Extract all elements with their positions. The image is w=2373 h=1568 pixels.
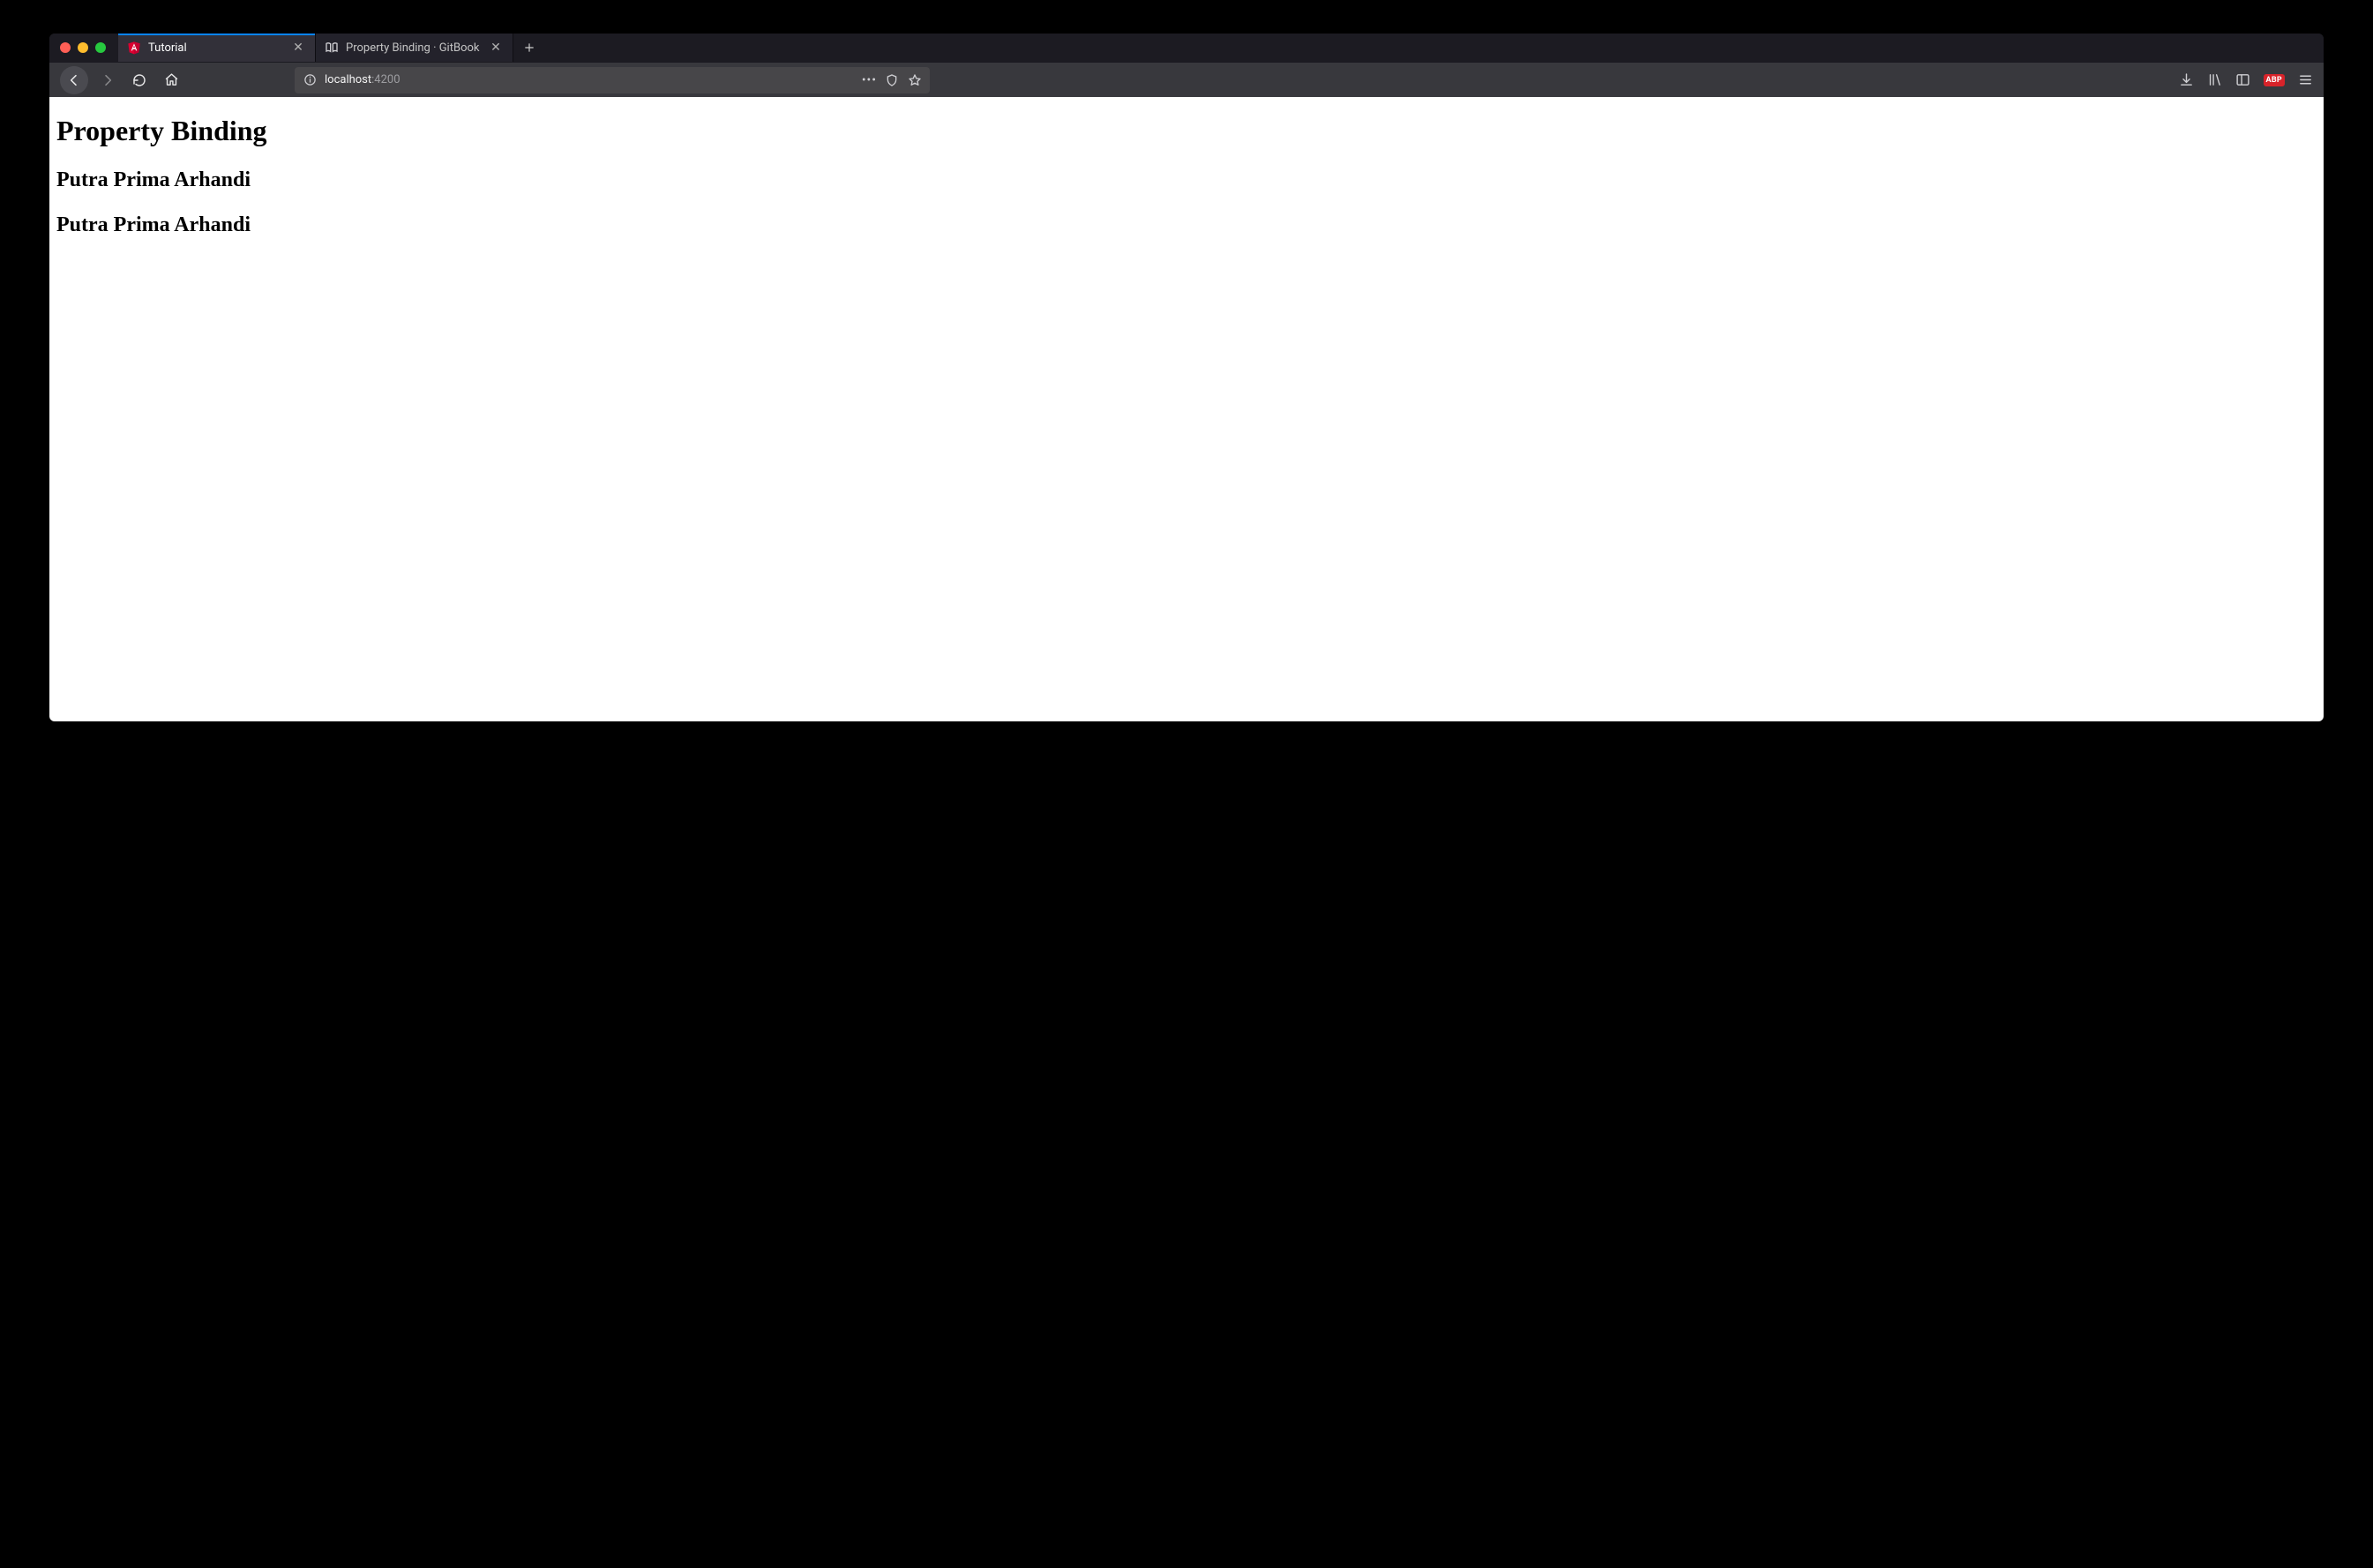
window-close-icon[interactable] bbox=[60, 42, 71, 53]
home-button[interactable] bbox=[159, 68, 183, 93]
browser-window: Tutorial ✕ Property Binding · GitBook ✕ bbox=[49, 34, 2324, 721]
app-menu-icon[interactable] bbox=[2297, 72, 2313, 88]
url-port: :4200 bbox=[371, 73, 400, 86]
site-info-icon[interactable] bbox=[302, 73, 318, 86]
window-zoom-icon[interactable] bbox=[95, 42, 106, 53]
page-content: Property Binding Putra Prima Arhandi Put… bbox=[56, 115, 2315, 237]
page-subheading-2: Putra Prima Arhandi bbox=[56, 213, 2315, 237]
page-viewport: Property Binding Putra Prima Arhandi Put… bbox=[49, 97, 2324, 721]
tab-gitbook[interactable]: Property Binding · GitBook ✕ bbox=[316, 34, 513, 62]
page-subheading-1: Putra Prima Arhandi bbox=[56, 168, 2315, 192]
forward-button[interactable] bbox=[95, 68, 120, 93]
address-bar[interactable]: localhost:4200 ••• bbox=[295, 67, 930, 93]
abp-badge[interactable]: ABP bbox=[2264, 74, 2286, 86]
window-traffic-lights bbox=[49, 34, 118, 62]
page-actions-icon[interactable]: ••• bbox=[862, 73, 877, 87]
bookmark-star-icon[interactable] bbox=[907, 72, 923, 88]
tabs: Tutorial ✕ Property Binding · GitBook ✕ bbox=[118, 34, 2324, 62]
close-icon[interactable]: ✕ bbox=[290, 41, 306, 55]
tab-strip: Tutorial ✕ Property Binding · GitBook ✕ bbox=[49, 34, 2324, 62]
tab-label: Tutorial bbox=[148, 41, 283, 55]
library-icon[interactable] bbox=[2207, 72, 2223, 88]
tab-label: Property Binding · GitBook bbox=[346, 41, 481, 55]
gitbook-icon bbox=[325, 41, 339, 55]
sidebar-icon[interactable] bbox=[2235, 72, 2251, 88]
url-text: localhost:4200 bbox=[325, 73, 855, 86]
angular-icon bbox=[127, 41, 141, 55]
toolbar-right: ABP bbox=[2179, 72, 2314, 88]
window-minimize-icon[interactable] bbox=[78, 42, 88, 53]
downloads-icon[interactable] bbox=[2179, 72, 2195, 88]
new-tab-button[interactable] bbox=[513, 34, 545, 62]
back-button[interactable] bbox=[60, 66, 88, 94]
page-heading: Property Binding bbox=[56, 115, 2315, 147]
nav-toolbar: localhost:4200 ••• bbox=[49, 62, 2324, 97]
url-host: localhost bbox=[325, 73, 371, 86]
reload-button[interactable] bbox=[127, 68, 152, 93]
shield-icon[interactable] bbox=[884, 72, 900, 88]
tab-tutorial[interactable]: Tutorial ✕ bbox=[118, 34, 316, 62]
close-icon[interactable]: ✕ bbox=[488, 41, 504, 55]
